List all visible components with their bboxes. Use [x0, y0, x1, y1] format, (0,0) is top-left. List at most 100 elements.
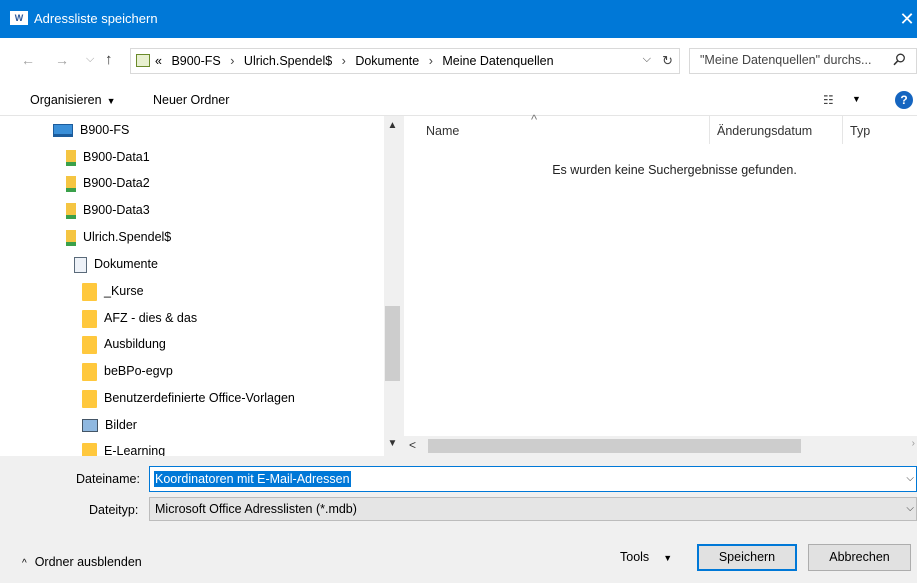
- tree-item-label: E-Learning: [104, 444, 166, 456]
- filename-label: Dateiname:: [76, 472, 140, 486]
- tree-item-label: B900-Data1: [83, 150, 150, 164]
- back-arrow-icon[interactable]: ←: [21, 52, 35, 68]
- tree-item-ausbildung[interactable]: Ausbildung: [82, 331, 166, 357]
- breadcrumb-separator-icon[interactable]: ›: [429, 54, 433, 68]
- tree-item-b900-data3[interactable]: B900-Data3: [66, 197, 150, 223]
- hide-folders-button[interactable]: ^ Ordner ausblenden: [22, 555, 142, 569]
- help-icon[interactable]: ?: [895, 91, 913, 109]
- tree-item-label: Bilder: [105, 418, 137, 432]
- breadcrumb-item-ulrich-spendel[interactable]: Ulrich.Spendel$: [244, 54, 332, 68]
- filetype-label: Dateityp:: [89, 503, 139, 517]
- refresh-icon[interactable]: ↻: [662, 53, 673, 69]
- network-drive-icon: [66, 175, 76, 192]
- forward-arrow-icon[interactable]: →: [55, 52, 69, 68]
- column-header-name[interactable]: Name: [426, 124, 459, 138]
- filetype-select[interactable]: Microsoft Office Adresslisten (*.mdb) ⌵: [149, 497, 917, 521]
- breadcrumb-item-dokumente[interactable]: Dokumente: [355, 54, 419, 68]
- column-header-type[interactable]: Typ: [850, 124, 870, 138]
- breadcrumb: « B900-FS › Ulrich.Spendel$ › Dokumente …: [155, 54, 560, 68]
- recent-locations-chevron-icon[interactable]: ⌵: [86, 53, 94, 66]
- tree-item-label: Dokumente: [94, 257, 158, 271]
- tree-item-kurse[interactable]: _Kurse: [82, 278, 144, 304]
- navigation-pane[interactable]: B900-FS B900-Data1 B900-Data2 B900-Data3…: [0, 116, 401, 456]
- empty-results-message: Es wurden keine Suchergebnisse gefunden.: [552, 163, 797, 177]
- search-icon[interactable]: [893, 53, 906, 69]
- folder-icon: [82, 442, 97, 456]
- folder-icon: [82, 389, 97, 408]
- tree-item-b900-fs[interactable]: B900-FS: [53, 117, 129, 143]
- tree-item-label: Ausbildung: [104, 337, 166, 351]
- organize-button[interactable]: Organisieren ▼: [30, 93, 116, 107]
- sort-indicator-icon: ^: [531, 112, 538, 127]
- tree-item-label: Benutzerdefinierte Office-Vorlagen: [104, 391, 295, 405]
- breadcrumb-overflow[interactable]: «: [155, 54, 162, 68]
- column-divider[interactable]: [709, 116, 710, 144]
- tree-item-bilder[interactable]: Bilder: [82, 412, 137, 438]
- documents-icon: [74, 256, 87, 273]
- cancel-button[interactable]: Abbrechen: [808, 544, 911, 571]
- scrollbar-thumb[interactable]: [385, 306, 400, 381]
- chevron-up-icon: ^: [22, 558, 27, 569]
- column-header-date[interactable]: Änderungsdatum: [717, 124, 812, 138]
- column-divider[interactable]: [842, 116, 843, 144]
- tree-item-e-learning[interactable]: E-Learning: [82, 438, 165, 456]
- filename-value[interactable]: Koordinatoren mit E-Mail-Adressen: [154, 471, 351, 487]
- search-input[interactable]: [700, 53, 885, 67]
- filetype-dropdown-icon[interactable]: ⌵: [906, 503, 914, 514]
- up-arrow-icon[interactable]: ↑: [105, 51, 113, 68]
- filename-input[interactable]: Koordinatoren mit E-Mail-Adressen ⌵: [149, 466, 917, 492]
- file-list-hscrollbar[interactable]: < ›: [404, 436, 917, 456]
- tree-item-label: B900-FS: [80, 123, 130, 137]
- search-box: [689, 48, 917, 74]
- tree-item-b900-data1[interactable]: B900-Data1: [66, 144, 150, 170]
- window-title: Adressliste speichern: [34, 11, 158, 26]
- file-list[interactable]: ^ Name Änderungsdatum Typ Es wurden kein…: [404, 112, 917, 436]
- save-button[interactable]: Speichern: [697, 544, 797, 571]
- network-drive-icon: [66, 202, 76, 219]
- hide-folders-label: Ordner ausblenden: [34, 555, 142, 569]
- breadcrumb-separator-icon[interactable]: ›: [230, 54, 234, 68]
- tree-item-label: _Kurse: [104, 284, 144, 298]
- scroll-left-icon[interactable]: <: [409, 438, 416, 452]
- view-dropdown-icon[interactable]: ▼: [852, 94, 861, 104]
- tree-item-dokumente[interactable]: Dokumente: [74, 251, 158, 277]
- breadcrumb-item-meine-datenquellen[interactable]: Meine Datenquellen: [442, 54, 553, 68]
- navigation-bar: ← → ⌵ ↑ « B900-FS › Ulrich.Spendel$ › Do…: [0, 38, 917, 86]
- view-options-icon[interactable]: ☷: [823, 93, 834, 107]
- tools-button[interactable]: Tools ▼: [620, 550, 672, 564]
- filetype-value: Microsoft Office Adresslisten (*.mdb): [155, 502, 357, 516]
- breadcrumb-item-b900-fs[interactable]: B900-FS: [171, 54, 220, 68]
- caret-down-icon: ▼: [106, 96, 116, 106]
- network-drive-icon: [66, 229, 76, 246]
- folder-icon: [82, 282, 97, 301]
- tree-item-office-vorlagen[interactable]: Benutzerdefinierte Office-Vorlagen: [82, 385, 295, 411]
- tree-item-bebpo-egvp[interactable]: beBPo-egvp: [82, 358, 173, 384]
- scrollbar-thumb[interactable]: [428, 439, 801, 453]
- tree-item-label: Ulrich.Spendel$: [83, 230, 172, 244]
- tree-scrollbar[interactable]: ▲ ▼: [384, 116, 401, 456]
- pictures-icon: [82, 419, 98, 433]
- address-bar[interactable]: « B900-FS › Ulrich.Spendel$ › Dokumente …: [130, 48, 680, 74]
- close-icon[interactable]: ✕: [897, 0, 917, 38]
- tools-label: Tools: [620, 550, 650, 564]
- folder-icon: [82, 309, 97, 328]
- scroll-down-icon[interactable]: ▼: [384, 438, 401, 449]
- filename-dropdown-icon[interactable]: ⌵: [906, 473, 914, 484]
- organize-label: Organisieren: [30, 93, 102, 107]
- scroll-up-icon[interactable]: ▲: [384, 120, 401, 131]
- tree-item-label: beBPo-egvp: [104, 364, 173, 378]
- new-folder-button[interactable]: Neuer Ordner: [153, 93, 229, 107]
- tree-item-afz-dies-das[interactable]: AFZ - dies & das: [82, 305, 197, 331]
- folder-icon: [82, 335, 97, 354]
- folder-icon: [82, 362, 97, 381]
- location-icon: [136, 54, 150, 67]
- tree-item-b900-data2[interactable]: B900-Data2: [66, 170, 150, 196]
- scroll-right-icon[interactable]: ›: [912, 438, 915, 449]
- tree-item-label: B900-Data2: [83, 176, 150, 190]
- tree-item-ulrich-spendel[interactable]: Ulrich.Spendel$: [66, 224, 171, 250]
- tree-item-label: B900-Data3: [83, 203, 150, 217]
- breadcrumb-separator-icon[interactable]: ›: [342, 54, 346, 68]
- address-dropdown-icon[interactable]: ⌵: [643, 53, 651, 66]
- command-bar: Organisieren ▼ Neuer Ordner ☷ ▼ ?: [0, 86, 917, 116]
- word-app-icon: W: [10, 11, 28, 25]
